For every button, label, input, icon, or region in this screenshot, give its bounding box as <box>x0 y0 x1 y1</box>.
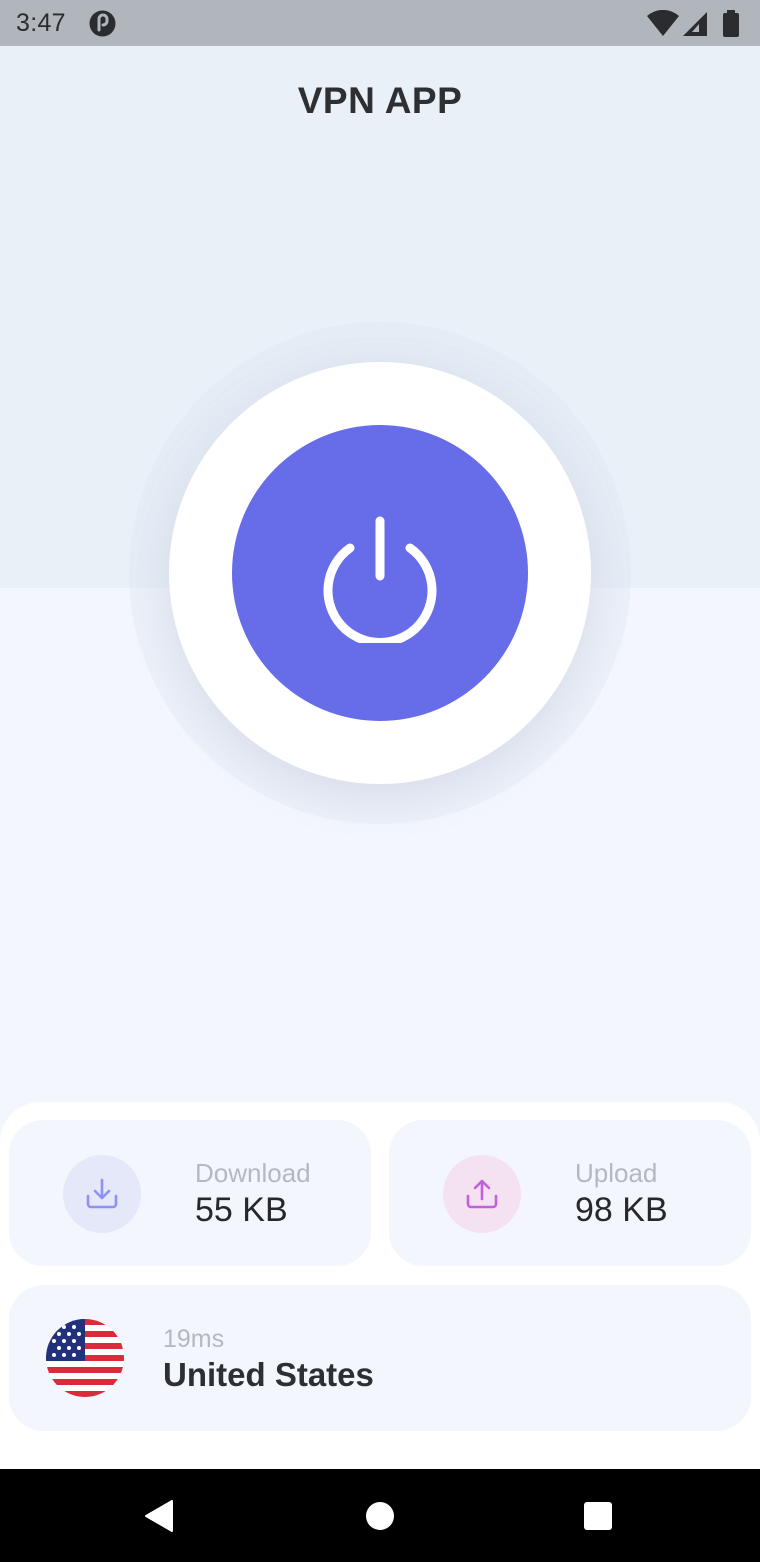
status-icons <box>646 10 746 38</box>
download-label: Download <box>195 1158 311 1188</box>
download-value: 55 KB <box>195 1191 288 1229</box>
status-time: 3:47 <box>16 9 66 37</box>
navigation-bar <box>0 1469 760 1562</box>
download-icon <box>86 1178 118 1209</box>
home-icon[interactable] <box>355 1491 405 1541</box>
wifi-icon <box>647 10 679 36</box>
page-title: VPN APP <box>297 80 463 121</box>
power-icon <box>323 516 437 643</box>
recents-icon[interactable] <box>573 1491 623 1541</box>
battery-icon <box>723 10 739 37</box>
upload-label: Upload <box>575 1158 658 1188</box>
server-selector[interactable]: 19ms United States <box>9 1285 751 1431</box>
upload-icon <box>466 1179 498 1209</box>
app-notification-icon <box>89 10 116 37</box>
back-icon[interactable] <box>134 1491 184 1541</box>
server-country: United States <box>163 1356 374 1393</box>
cell-signal-icon <box>683 12 707 36</box>
power-button[interactable] <box>232 425 528 721</box>
status-bar: 3:47 <box>0 0 760 46</box>
download-card: Download 55 KB <box>9 1120 371 1266</box>
upload-card: Upload 98 KB <box>389 1120 751 1266</box>
us-flag-icon <box>46 1319 124 1397</box>
upload-icon-circle <box>443 1155 521 1233</box>
download-icon-circle <box>63 1155 141 1233</box>
upload-value: 98 KB <box>575 1191 668 1229</box>
server-latency: 19ms <box>163 1325 225 1353</box>
